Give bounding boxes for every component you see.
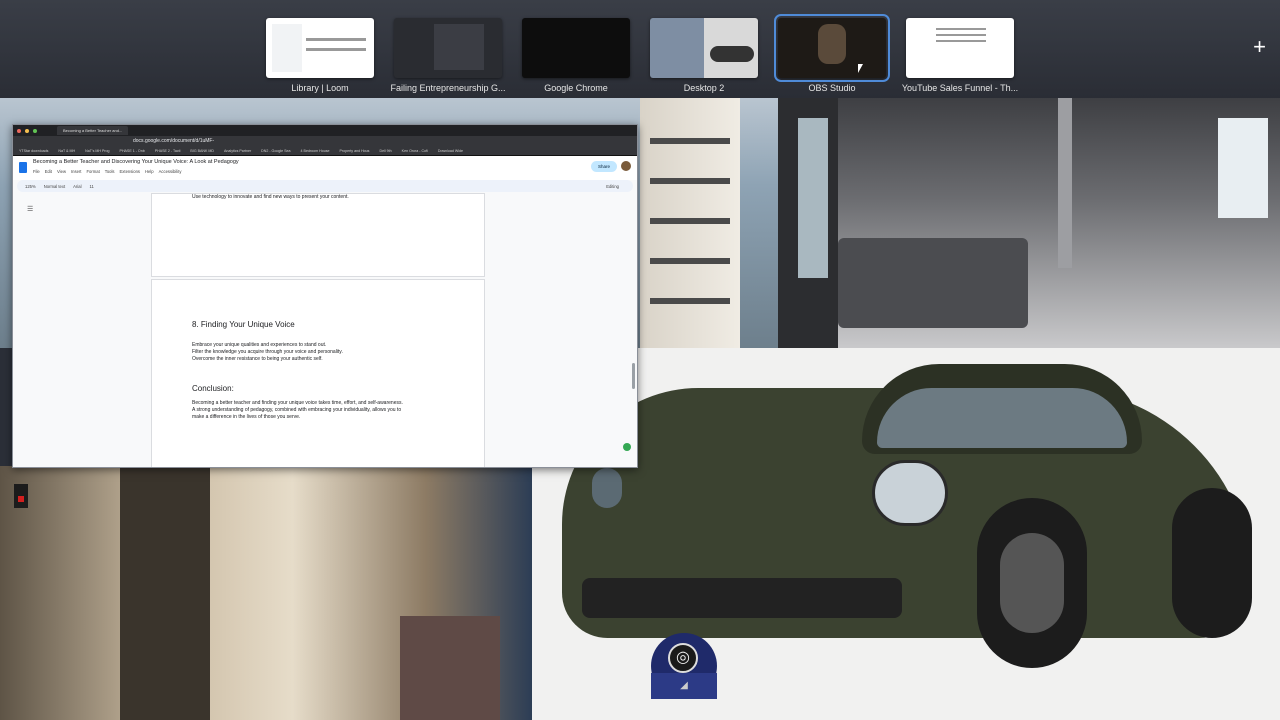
space-label: Desktop 2 [683, 83, 725, 93]
menu-extensions[interactable]: Extensions [120, 169, 140, 174]
wallpaper-lounge-interior [778, 98, 1280, 348]
menu-tools[interactable]: Tools [105, 169, 115, 174]
space-thumbnail-desktop-2[interactable] [650, 18, 758, 78]
mouse-cursor [858, 64, 863, 73]
bookmarks-bar: YTStar downloads NaT & MH NaT's MH Prog … [13, 146, 637, 156]
space-thumbnail-youtube-sales-funnel[interactable] [906, 18, 1014, 78]
style-select[interactable]: Normal text [44, 184, 65, 189]
zoom-select[interactable]: 125% [25, 184, 36, 189]
body-text[interactable]: A strong understanding of pedagogy, comb… [192, 407, 401, 413]
mission-control: Library | Loom Failing Entrepreneurship … [0, 0, 1280, 720]
conclusion-heading[interactable]: Conclusion: [192, 384, 234, 393]
bookmark-item[interactable]: Property and Hous [340, 149, 370, 153]
url-text[interactable]: docs.google.com/document/d/1uMF- [133, 138, 214, 144]
body-text[interactable]: make a difference in the lives of those … [192, 414, 300, 420]
bookmark-item[interactable]: Ken Orora - Cofi [402, 149, 428, 153]
body-text[interactable]: Becoming a better teacher and finding yo… [192, 400, 403, 406]
bookmark-item[interactable]: NaT & MH [58, 149, 75, 153]
minimize-icon[interactable] [25, 128, 29, 133]
font-select[interactable]: Arial [73, 184, 81, 189]
spaces-bar: Library | Loom Failing Entrepreneurship … [0, 0, 1280, 98]
menu-edit[interactable]: Edit [45, 169, 52, 174]
wallpaper-building-courtyard [0, 466, 532, 720]
address-bar[interactable]: docs.google.com/document/d/1uMF- [13, 136, 637, 146]
document-page[interactable]: 8. Finding Your Unique Voice Embrace you… [151, 279, 485, 467]
assistant-icon[interactable] [623, 443, 631, 451]
space-label: Failing Entrepreneurship G... [390, 83, 506, 93]
document-canvas[interactable]: ☰ Use technology to innovate and find ne… [13, 193, 637, 467]
docs-menu-bar: File Edit View Insert Format Tools Exten… [33, 169, 181, 174]
close-icon[interactable] [17, 128, 21, 133]
bookmark-item[interactable]: PHASE 1 - Onb [120, 149, 145, 153]
avatar[interactable] [621, 161, 631, 171]
record-icon [18, 496, 24, 502]
menu-help[interactable]: Help [145, 169, 154, 174]
bookmark-item[interactable]: Analytics Partner [224, 149, 251, 153]
bookmark-item[interactable]: YTStar downloads [19, 149, 48, 153]
space-thumbnail-loom[interactable] [266, 18, 374, 78]
menu-format[interactable]: Format [86, 169, 99, 174]
bookmark-item[interactable]: BIG BANK MD [190, 149, 214, 153]
bookmark-item[interactable]: Download Wide [438, 149, 463, 153]
list-outline-icon[interactable]: ☰ [27, 205, 33, 213]
docs-icon[interactable] [19, 162, 27, 173]
window-titlebar[interactable]: Becoming a Better Teacher and... [13, 125, 637, 136]
wallpaper-porsche-911 [532, 348, 1280, 720]
space-thumbnail-chrome[interactable] [522, 18, 630, 78]
bookmark-item[interactable]: Dell 9th [379, 149, 391, 153]
body-text[interactable]: Use technology to innovate and find new … [192, 194, 349, 200]
bookmark-item[interactable]: PHASE 2 - Tacti [155, 149, 181, 153]
space-label: Library | Loom [291, 83, 349, 93]
space-label: Google Chrome [544, 83, 608, 93]
body-text[interactable]: Overcome the inner resistance to being y… [192, 356, 323, 362]
recording-indicator [14, 484, 28, 508]
bookmark-item[interactable]: 4 Bedroom House [301, 149, 330, 153]
docs-header: Becoming a Better Teacher and Discoverin… [13, 156, 637, 180]
body-text[interactable]: Embrace your unique qualities and experi… [192, 342, 326, 348]
document-title[interactable]: Becoming a Better Teacher and Discoverin… [33, 159, 239, 165]
scrollbar[interactable] [632, 363, 635, 389]
obs-icon: ◎ [668, 643, 698, 673]
document-page[interactable]: Use technology to innovate and find new … [151, 193, 485, 277]
menu-insert[interactable]: Insert [71, 169, 81, 174]
menu-view[interactable]: View [57, 169, 66, 174]
space-thumbnail-obs-studio[interactable] [774, 14, 890, 82]
browser-tab[interactable]: Becoming a Better Teacher and... [57, 126, 129, 135]
font-size-field[interactable]: 11 [90, 184, 94, 189]
menu-accessibility[interactable]: Accessibility [159, 169, 182, 174]
editing-mode-select[interactable]: Editing [606, 184, 619, 189]
menu-file[interactable]: File [33, 169, 40, 174]
share-button[interactable]: Share [590, 161, 617, 172]
body-text[interactable]: Filter the knowledge you acquire through… [192, 349, 343, 355]
obs-hidden-badge: ◢ [651, 673, 717, 699]
plus-icon[interactable]: + [1253, 36, 1266, 58]
bookmark-item[interactable]: NaT's MH Prog [85, 149, 109, 153]
bookmark-item[interactable]: DN2 - Google Sea [261, 149, 290, 153]
chrome-window-google-docs[interactable]: Becoming a Better Teacher and... docs.go… [12, 124, 638, 468]
zoom-icon[interactable] [33, 128, 37, 133]
section-heading[interactable]: 8. Finding Your Unique Voice [192, 320, 295, 329]
space-label: YouTube Sales Funnel - Th... [901, 83, 1019, 93]
space-label: OBS Studio [808, 83, 856, 93]
docs-toolbar: 125% Normal text Arial 11 Editing [17, 180, 633, 192]
obs-app-icon[interactable]: ◎ ◢ [651, 633, 717, 699]
space-thumbnail-failing-entrepreneurship[interactable] [394, 18, 502, 78]
